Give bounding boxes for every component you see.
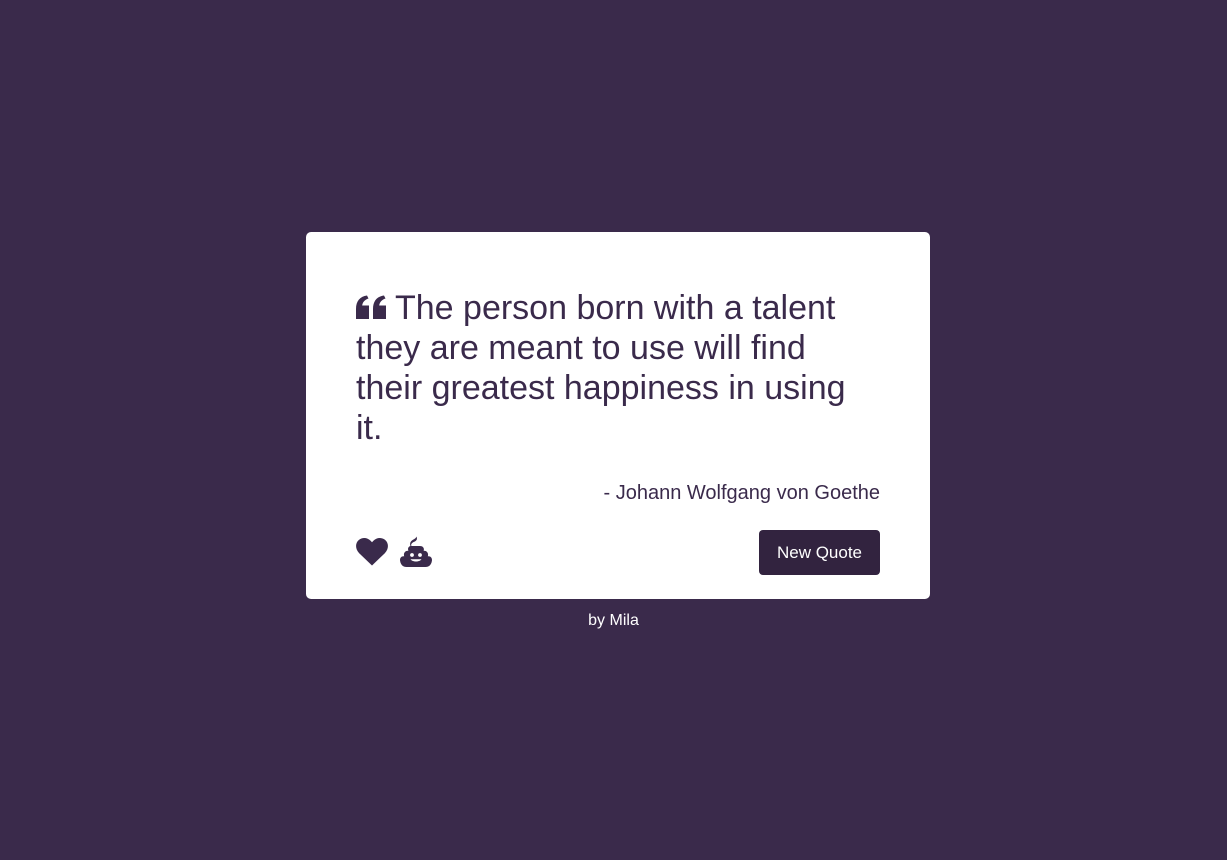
reaction-icons — [356, 536, 432, 568]
quote-text: The person born with a talent they are m… — [356, 289, 846, 447]
heart-icon[interactable] — [356, 537, 388, 566]
quote-box: The person born with a talent they are m… — [306, 232, 930, 599]
quote-left-icon — [356, 288, 387, 319]
poop-icon[interactable] — [400, 536, 432, 568]
quote-text-block: The person born with a talent they are m… — [356, 288, 868, 448]
new-quote-button[interactable]: New Quote — [759, 530, 880, 575]
quote-author: - Johann Wolfgang von Goethe — [603, 482, 880, 504]
author-credit: by Mila — [588, 612, 639, 629]
actions-row: New Quote — [356, 530, 880, 575]
